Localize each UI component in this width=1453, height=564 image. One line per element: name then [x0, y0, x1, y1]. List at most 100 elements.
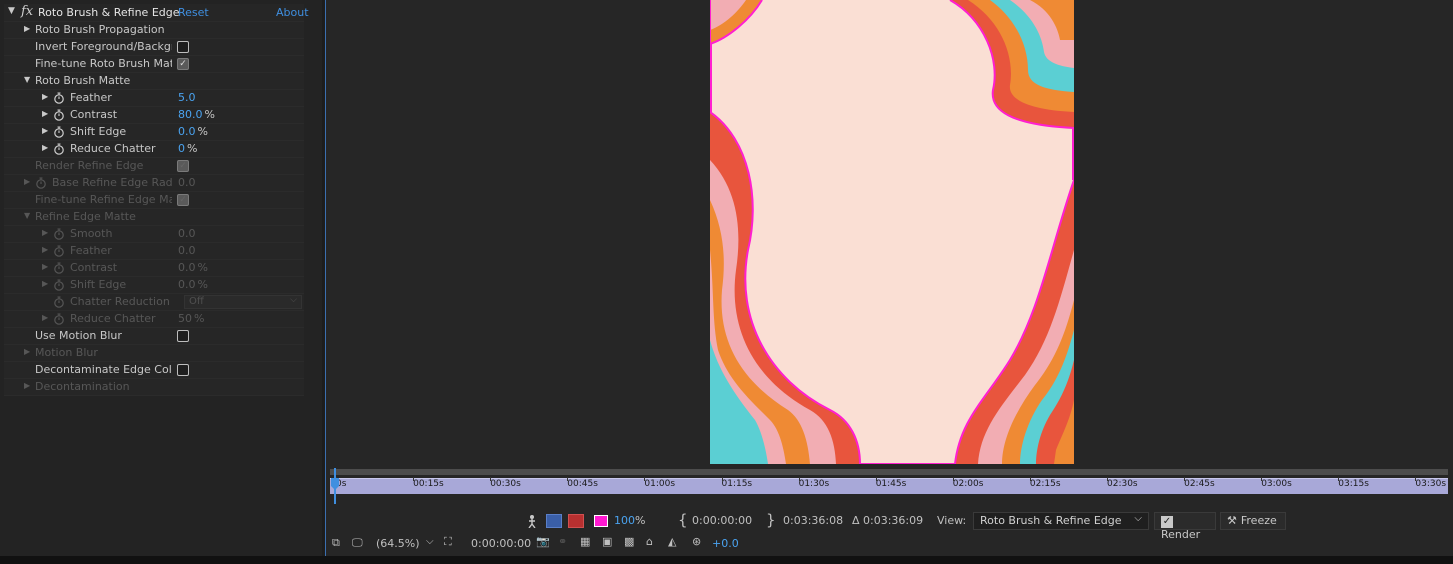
exposure-icon[interactable]: ⊛	[692, 535, 701, 548]
twirl-closed-icon[interactable]: ▶	[24, 381, 30, 390]
property-value[interactable]: 0.0%	[178, 261, 208, 274]
property-value-number[interactable]: 0.0	[178, 125, 196, 138]
reset-link[interactable]: Reset	[178, 6, 209, 19]
stopwatch-icon[interactable]	[53, 228, 65, 240]
exposure-value[interactable]: +0.0	[712, 537, 739, 550]
property-value[interactable]: 0.0%	[178, 125, 208, 138]
property-checkbox[interactable]	[177, 41, 189, 53]
region-of-interest-icon[interactable]: ⛶	[444, 535, 452, 549]
property-value[interactable]: 0.0	[178, 227, 196, 240]
property-row[interactable]: ▶ Roto Brush Propagation	[4, 22, 304, 39]
stopwatch-icon[interactable]	[53, 126, 65, 138]
roto-timeline[interactable]: 0s 00:15s 00:30s 00:45s 01:00s 01:15s 01:30s 01…	[326, 468, 1453, 508]
twirl-closed-icon[interactable]: ▶	[42, 262, 48, 271]
property-checkbox[interactable]: ✓	[177, 58, 189, 70]
property-value[interactable]: 0.0	[178, 176, 196, 189]
property-value-number[interactable]: 0.0	[178, 261, 196, 274]
channels-icon[interactable]: ▦	[580, 535, 590, 548]
zoom-chevron-icon[interactable]: ⌵	[426, 536, 434, 547]
twirl-closed-icon[interactable]: ▶	[42, 313, 48, 322]
matte-color-swatch[interactable]	[594, 515, 608, 527]
property-value[interactable]: 80.0%	[178, 108, 215, 121]
property-row[interactable]: ▶ Smooth 0.0	[4, 226, 304, 243]
resolution-icon[interactable]: ▣	[602, 535, 612, 548]
effect-twirl-icon[interactable]: ▼	[8, 6, 15, 16]
property-value[interactable]: 0.0	[178, 244, 196, 257]
property-row[interactable]: ▶ Reduce Chatter 0%	[4, 141, 304, 158]
out-time[interactable]: 0:03:36:08	[783, 514, 843, 527]
stopwatch-icon[interactable]	[53, 245, 65, 257]
in-point-bracket-icon[interactable]: {	[678, 511, 688, 529]
property-row[interactable]: ▶ Reduce Chatter 50%	[4, 311, 304, 328]
reset-exposure-icon[interactable]: ◭	[668, 535, 676, 548]
property-row[interactable]: ▶ Base Refine Edge Radiu 0.0	[4, 175, 304, 192]
property-row[interactable]: ▶ Shift Edge 0.0%	[4, 124, 304, 141]
always-preview-icon[interactable]: ⧉	[332, 536, 340, 550]
3d-view-icon[interactable]: ⌂	[646, 535, 653, 548]
property-row[interactable]: Render Refine Edge ✓	[4, 158, 304, 175]
property-value-number[interactable]: 0.0	[178, 176, 196, 189]
time-ruler[interactable]: 0s 00:15s 00:30s 00:45s 01:00s 01:15s 01:30s 01…	[330, 477, 1448, 494]
property-value[interactable]: 50%	[178, 312, 204, 325]
work-area-bar[interactable]	[330, 469, 1448, 475]
property-row[interactable]: ▶ Decontamination	[4, 379, 304, 396]
transparency-grid-icon[interactable]: ▩	[624, 535, 634, 548]
twirl-open-icon[interactable]: ▼	[24, 75, 30, 84]
property-value[interactable]: 5.0	[178, 91, 196, 104]
current-timecode[interactable]: 0:00:00:00	[471, 537, 531, 550]
overlay-opacity[interactable]: 100	[614, 514, 635, 527]
person-icon[interactable]	[524, 514, 540, 528]
property-value-number[interactable]: 5.0	[178, 91, 196, 104]
property-checkbox[interactable]: ✓	[177, 194, 189, 206]
property-row[interactable]: ▶ Feather 0.0	[4, 243, 304, 260]
twirl-closed-icon[interactable]: ▶	[42, 126, 48, 135]
twirl-closed-icon[interactable]: ▶	[42, 109, 48, 118]
property-row[interactable]: Use Motion Blur	[4, 328, 304, 345]
stopwatch-icon[interactable]	[35, 177, 47, 189]
show-snapshot-icon[interactable]: ⚭	[558, 535, 567, 548]
property-value-number[interactable]: 0.0	[178, 244, 196, 257]
property-value[interactable]: 0.0%	[178, 278, 208, 291]
property-value-number[interactable]: 0.0	[178, 278, 196, 291]
zoom-level[interactable]: (64.5%)	[376, 537, 420, 550]
property-row[interactable]: Fine-tune Roto Brush Matte ✓	[4, 56, 304, 73]
property-value-number[interactable]: 0	[178, 142, 185, 155]
freeze-button[interactable]: ⚒ Freeze	[1220, 512, 1286, 530]
stopwatch-icon[interactable]	[53, 143, 65, 155]
property-checkbox[interactable]	[177, 330, 189, 342]
property-row[interactable]: ▶ Motion Blur	[4, 345, 304, 362]
stopwatch-icon[interactable]	[53, 109, 65, 121]
twirl-closed-icon[interactable]: ▶	[42, 228, 48, 237]
property-checkbox[interactable]: ✓	[177, 160, 189, 172]
twirl-closed-icon[interactable]: ▶	[42, 143, 48, 152]
foreground-overlay-icon[interactable]	[546, 514, 562, 528]
about-link[interactable]: About	[276, 6, 309, 19]
property-value[interactable]: 0%	[178, 142, 197, 155]
property-value-number[interactable]: 0.0	[178, 227, 196, 240]
twirl-closed-icon[interactable]: ▶	[42, 92, 48, 101]
twirl-closed-icon[interactable]: ▶	[42, 245, 48, 254]
stopwatch-icon[interactable]	[53, 279, 65, 291]
property-row[interactable]: Fine-tune Refine Edge Matt ✓	[4, 192, 304, 209]
stopwatch-icon[interactable]	[53, 296, 65, 308]
twirl-closed-icon[interactable]: ▶	[24, 24, 30, 33]
property-row[interactable]: ▶ Contrast 80.0%	[4, 107, 304, 124]
property-row[interactable]: ▶ Shift Edge 0.0%	[4, 277, 304, 294]
in-time[interactable]: 0:00:00:00	[692, 514, 752, 527]
property-row[interactable]: Invert Foreground/Backgrou	[4, 39, 304, 56]
fx-icon[interactable]: fx	[21, 4, 33, 19]
monitor-icon[interactable]: 🖵	[352, 536, 363, 550]
view-dropdown[interactable]: Roto Brush & Refine Edge ⌵	[973, 512, 1149, 530]
twirl-open-icon[interactable]: ▼	[24, 211, 30, 220]
background-overlay-icon[interactable]	[568, 514, 584, 528]
playhead-icon[interactable]	[331, 468, 339, 504]
property-row[interactable]: Chatter Reduction Off ⌵	[4, 294, 304, 311]
out-point-bracket-icon[interactable]: }	[766, 511, 776, 529]
snapshot-icon[interactable]: 📷	[536, 535, 550, 548]
stopwatch-icon[interactable]	[53, 262, 65, 274]
property-row[interactable]: ▼ Roto Brush Matte	[4, 73, 304, 90]
twirl-closed-icon[interactable]: ▶	[24, 177, 30, 186]
twirl-closed-icon[interactable]: ▶	[24, 347, 30, 356]
composition-viewer[interactable]: 0s 00:15s 00:30s 00:45s 01:00s 01:15s 01:30s 01…	[325, 0, 1453, 556]
render-toggle[interactable]: ✓Render	[1154, 512, 1216, 541]
